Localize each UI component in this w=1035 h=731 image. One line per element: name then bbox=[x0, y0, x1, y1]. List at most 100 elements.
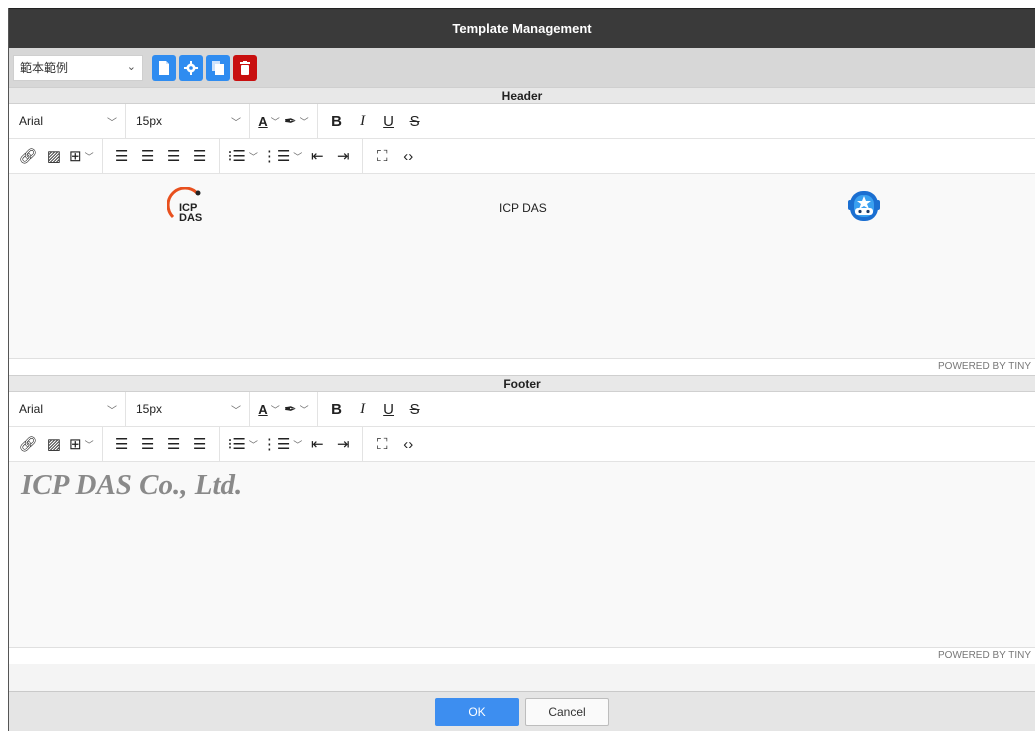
header-editor: Arial ﹀ 15px ﹀ A﹀ ✒﹀ B I U S 🔗︎ ▨ ⊞﹀ bbox=[9, 103, 1035, 375]
source-code-button[interactable]: ‹› bbox=[397, 432, 419, 456]
outdent-icon: ⇤ bbox=[311, 436, 324, 453]
link-button[interactable]: 🔗︎ bbox=[17, 432, 39, 456]
list-group: ⁝☰ ﹀ ⋮☰ ﹀ ⇤ ⇥ bbox=[220, 138, 364, 174]
link-button[interactable]: 🔗︎ bbox=[17, 144, 39, 168]
format-group: B I U S bbox=[318, 104, 434, 139]
strikethrough-button[interactable]: S bbox=[404, 397, 426, 421]
delete-template-button[interactable] bbox=[233, 54, 257, 81]
footer-toolbar-row-1: Arial ﹀ 15px ﹀ A ﹀ ✒ ﹀ B I U S bbox=[9, 391, 1035, 427]
numbered-list-button[interactable]: ⋮☰ ﹀ bbox=[262, 432, 302, 456]
bold-button[interactable]: B bbox=[326, 109, 348, 133]
highlight-color-button[interactable]: ✒ ﹀ bbox=[284, 109, 309, 133]
template-toolbar: 範本範例 ⌄ bbox=[9, 48, 1035, 87]
image-button[interactable]: ▨ bbox=[43, 144, 65, 168]
icpdas-logo: ICP DAS bbox=[166, 186, 207, 227]
numbered-list-button[interactable]: ⋮☰ ﹀ bbox=[262, 144, 302, 168]
header-status-bar[interactable]: POWERED BY TINY bbox=[9, 358, 1035, 375]
gear-icon bbox=[184, 60, 198, 75]
bullet-list-button[interactable]: ⁝☰ ﹀ bbox=[228, 144, 258, 168]
footer-section-label: Footer bbox=[9, 375, 1035, 392]
image-icon: ▨ bbox=[46, 436, 62, 453]
align-justify-button[interactable]: ☰ bbox=[189, 144, 211, 168]
text-color-button[interactable]: A ﹀ bbox=[258, 109, 280, 133]
underline-button[interactable]: U bbox=[378, 397, 400, 421]
indent-icon: ⇥ bbox=[337, 436, 350, 453]
fullscreen-button[interactable]: ⛶ bbox=[371, 432, 393, 456]
table-button[interactable]: ⊞ ﹀ bbox=[69, 144, 94, 168]
footer-content-area[interactable]: ICP DAS Co., Ltd. bbox=[9, 462, 1035, 647]
bold-icon: B bbox=[331, 112, 343, 130]
font-size-select[interactable]: 15px ﹀ bbox=[126, 103, 250, 139]
italic-button[interactable]: I bbox=[352, 109, 374, 133]
font-size-value: 15px bbox=[136, 114, 163, 128]
align-right-button[interactable]: ☰ bbox=[163, 144, 185, 168]
highlighter-icon: ✒ bbox=[284, 401, 297, 418]
chevron-down-icon: ﹀ bbox=[107, 405, 117, 417]
outdent-button[interactable]: ⇤ bbox=[306, 432, 328, 456]
indent-button[interactable]: ⇥ bbox=[332, 144, 354, 168]
align-center-button[interactable]: ☰ bbox=[137, 144, 159, 168]
align-group: ☰ ☰ ☰ ☰ bbox=[103, 426, 220, 462]
file-icon bbox=[159, 60, 169, 75]
align-left-button[interactable]: ☰ bbox=[111, 432, 133, 456]
italic-button[interactable]: I bbox=[352, 397, 374, 421]
underline-button[interactable]: U bbox=[378, 109, 400, 133]
align-left-button[interactable]: ☰ bbox=[111, 144, 133, 168]
image-icon: ▨ bbox=[46, 148, 62, 165]
italic-icon: I bbox=[360, 112, 366, 129]
outdent-button[interactable]: ⇤ bbox=[306, 144, 328, 168]
align-justify-button[interactable]: ☰ bbox=[189, 432, 211, 456]
text-color-button[interactable]: A ﹀ bbox=[258, 397, 280, 421]
header-toolbar-row-1: Arial ﹀ 15px ﹀ A ﹀ ✒ ﹀ B I U S bbox=[9, 103, 1035, 139]
trash-icon bbox=[240, 60, 250, 75]
footer-toolbar-row-2: 🔗︎ ▨ ⊞ ﹀ ☰ ☰ ☰ ☰ ⁝☰ ﹀ ⋮☰ ﹀ ⇤ ⇥ ⛶ ‹› bbox=[9, 426, 1035, 462]
chevron-down-icon: ﹀ bbox=[231, 405, 241, 417]
chevron-down-icon: ⌄ bbox=[126, 60, 136, 73]
code-icon: ‹› bbox=[403, 435, 414, 453]
align-left-icon: ☰ bbox=[114, 436, 129, 453]
numbered-list-icon: ⋮☰ bbox=[261, 436, 291, 453]
source-code-button[interactable]: ‹› bbox=[397, 144, 419, 168]
link-icon: 🔗︎ bbox=[18, 436, 38, 453]
strikethrough-icon: S bbox=[409, 112, 420, 130]
strikethrough-button[interactable]: S bbox=[404, 109, 426, 133]
footer-editor: Arial ﹀ 15px ﹀ A﹀ ✒﹀ B I U S 🔗︎ ▨ ⊞﹀ bbox=[9, 391, 1035, 664]
dialog-button-bar: OK Cancel bbox=[9, 691, 1035, 731]
align-left-icon: ☰ bbox=[114, 148, 129, 165]
font-size-select[interactable]: 15px ﹀ bbox=[126, 391, 250, 427]
font-family-select[interactable]: Arial ﹀ bbox=[9, 103, 126, 139]
template-select[interactable]: 範本範例 ⌄ bbox=[13, 54, 143, 81]
fullscreen-icon: ⛶ bbox=[377, 147, 388, 165]
bullet-list-button[interactable]: ⁝☰ ﹀ bbox=[228, 432, 258, 456]
new-template-button[interactable] bbox=[152, 54, 176, 81]
font-family-select[interactable]: Arial ﹀ bbox=[9, 391, 126, 427]
align-right-button[interactable]: ☰ bbox=[163, 432, 185, 456]
format-group: B I U S bbox=[318, 392, 434, 427]
header-content-area[interactable]: ICP DAS ICP DAS bbox=[9, 174, 1035, 358]
copy-template-button[interactable] bbox=[206, 54, 230, 81]
bold-button[interactable]: B bbox=[326, 397, 348, 421]
outdent-icon: ⇤ bbox=[311, 148, 324, 165]
align-justify-icon: ☰ bbox=[192, 436, 207, 453]
align-justify-icon: ☰ bbox=[192, 148, 207, 165]
table-button[interactable]: ⊞ ﹀ bbox=[69, 432, 94, 456]
view-group: ⛶ ‹› bbox=[363, 427, 427, 462]
numbered-list-icon: ⋮☰ bbox=[261, 148, 291, 165]
highlight-color-button[interactable]: ✒ ﹀ bbox=[284, 397, 309, 421]
robot-mascot-icon bbox=[844, 186, 884, 226]
image-button[interactable]: ▨ bbox=[43, 432, 65, 456]
align-group: ☰ ☰ ☰ ☰ bbox=[103, 138, 220, 174]
table-icon: ⊞ bbox=[69, 148, 82, 165]
footer-status-bar[interactable]: POWERED BY TINY bbox=[9, 647, 1035, 664]
bullet-list-icon: ⁝☰ bbox=[227, 148, 246, 165]
cancel-button[interactable]: Cancel bbox=[525, 697, 609, 726]
fullscreen-button[interactable]: ⛶ bbox=[371, 144, 393, 168]
ok-button[interactable]: OK bbox=[435, 697, 519, 726]
indent-icon: ⇥ bbox=[337, 148, 350, 165]
list-group: ⁝☰ ﹀ ⋮☰ ﹀ ⇤ ⇥ bbox=[220, 426, 364, 462]
align-center-button[interactable]: ☰ bbox=[137, 432, 159, 456]
header-toolbar-row-2: 🔗︎ ▨ ⊞ ﹀ ☰ ☰ ☰ ☰ ⁝☰ ﹀ ⋮☰ ﹀ ⇤ ⇥ ⛶ ‹› bbox=[9, 138, 1035, 174]
strikethrough-icon: S bbox=[409, 400, 420, 418]
settings-button[interactable] bbox=[179, 54, 203, 81]
indent-button[interactable]: ⇥ bbox=[332, 432, 354, 456]
